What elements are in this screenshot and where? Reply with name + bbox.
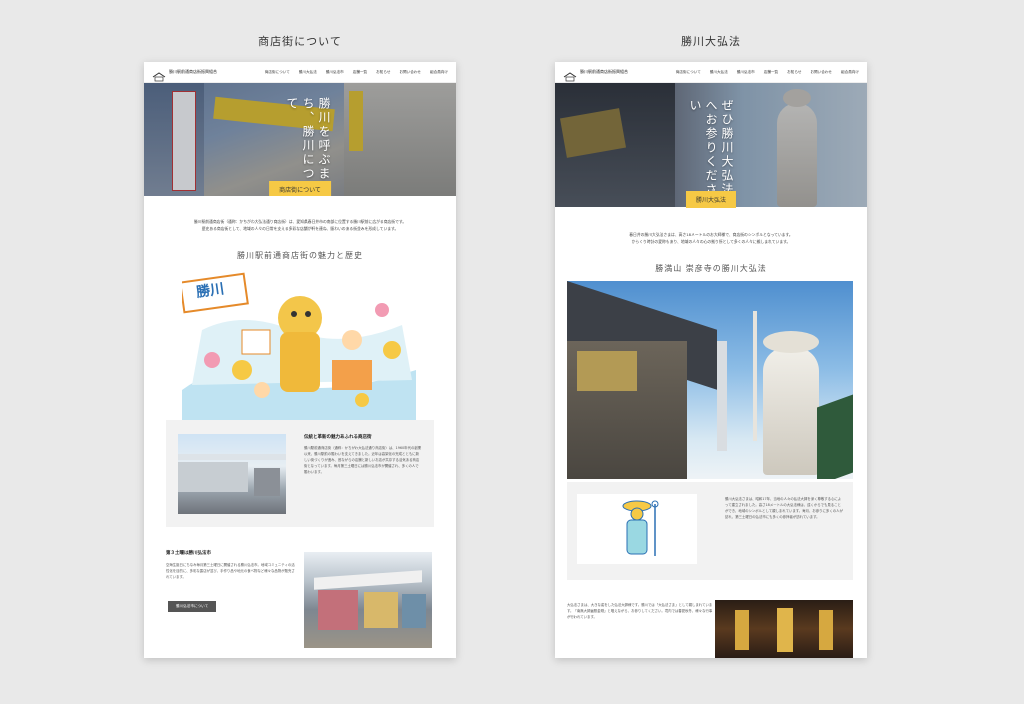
nav-item-shops[interactable]: 店舗一覧 <box>353 70 367 75</box>
daikobo-statue-photo <box>567 281 853 479</box>
right-panel-title: 勝川大弘法 <box>681 35 741 48</box>
hero-image: ぜひ勝川大弘法へお参りください <box>555 83 867 207</box>
global-nav: 商店街について 勝川大弘法 勝川弘法市 店舗一覧 お知らせ お問い合わせ 組合員… <box>265 70 448 75</box>
intro-line: からくり時計の愛称もあり、地域の人々の心の拠り所として多くの人々に親しまれていま… <box>631 239 791 244</box>
intro-line: 春日井の勝川大弘法さまは、高さ18メートルのお大師様で、商店街のシンボルとなって… <box>629 232 793 237</box>
history-card-body: 勝川駅前通商店街（通称：かちがわ大弘法通り商店街）は、1960年代の創業以来、勝… <box>304 446 422 474</box>
shopping-street-illustration: 勝川 <box>182 270 416 420</box>
intro-text: 春日井の勝川大弘法さまは、高さ18メートルのお大師様で、商店街のシンボルとなって… <box>555 231 867 245</box>
daikobo-page: 勝川駅前通商店街振興組合 商店街について 勝川大弘法 勝川弘法市 店舗一覧 お知… <box>555 62 867 658</box>
kobo-market-block: 第３土曜は勝川弘法市 空海生誕日にちなみ毎月第三土曜日に開催される勝川弘法市。地… <box>166 550 296 580</box>
kobo-market-body: 空海生誕日にちなみ毎月第三土曜日に開催される勝川弘法市。地域コミュニティの活性化… <box>166 563 295 579</box>
daikobo-card: 勝川大弘法さまは、昭和17年、当地の人々の弘法大師を深く尊敬する心によって建立さ… <box>567 482 853 580</box>
hero-image: 勝川を呼ぶまち、勝川について 商店街について <box>144 83 456 196</box>
kobo-market-heading: 第３土曜は勝川弘法市 <box>166 551 211 556</box>
intro-line: 勝川駅前通商店街（通称：かちがわ大弘法通り商店街）は、愛知県春日井市の南部に位置… <box>193 219 407 224</box>
market-photo <box>304 552 432 648</box>
site-header: 勝川駅前通商店街振興組合 商店街について 勝川大弘法 勝川弘法市 店舗一覧 お知… <box>555 62 867 83</box>
nav-item-members[interactable]: 組合員向け <box>841 70 859 75</box>
intro-line: 歴史ある商店街として、地域の人々の日常を支える多彩な店舗が軒を連ね、賑わいのある… <box>201 226 399 231</box>
site-logo[interactable]: 勝川駅前通商店街振興組合 <box>563 67 673 82</box>
shopping-street-page: 勝川駅前通商店街振興組合 商店街について 勝川大弘法 勝川弘法市 店舗一覧 お知… <box>144 62 456 658</box>
daikobo-card-body: 勝川大弘法さまは、昭和17年、当地の人々の弘法大師を深く尊敬する心によって建立さ… <box>725 497 843 519</box>
logo-text: 勝川駅前通商店街振興組合 <box>580 69 628 74</box>
left-panel-title: 商店街について <box>258 35 342 48</box>
nav-item-daikobo[interactable]: 勝川大弘法 <box>710 70 728 75</box>
history-card-text: 伝統と革新の魅力あふれる商店街 勝川駅前通商店街（通称：かちがわ大弘法通り商店街… <box>304 434 422 475</box>
nav-item-contact[interactable]: お問い合わせ <box>399 70 421 75</box>
nav-item-news[interactable]: お知らせ <box>376 70 390 75</box>
nav-item-contact[interactable]: お問い合わせ <box>810 70 832 75</box>
site-logo[interactable]: 勝川駅前通商店街振興組合 <box>152 67 262 82</box>
nav-item-members[interactable]: 組合員向け <box>430 70 448 75</box>
temple-roof-icon <box>563 67 577 82</box>
temple-roof-icon <box>152 67 166 82</box>
hero-label: 勝川大弘法 <box>685 191 737 208</box>
nav-item-shops[interactable]: 店舗一覧 <box>764 70 778 75</box>
daikobo-bottom-text: 大弘法さまは、大きな姿をした弘法大師様です。勝川では「大弘法さま」として親しまれ… <box>567 603 713 619</box>
illustration-sign-text: 勝川 <box>195 281 226 301</box>
intro-text: 勝川駅前通商店街（通称：かちがわ大弘法通り商店街）は、愛知県春日井市の南部に位置… <box>144 218 456 232</box>
nav-item-about[interactable]: 商店街について <box>265 70 290 75</box>
temple-interior-photo <box>715 600 853 658</box>
hero-label: 商店街について <box>269 181 331 196</box>
section-title: 勝川駅前通商店街の魅力と歴史 <box>237 251 363 260</box>
global-nav: 商店街について 勝川大弘法 勝川弘法市 店舗一覧 お知らせ お問い合わせ 組合員… <box>676 70 859 75</box>
station-photo <box>178 434 286 514</box>
logo-text: 勝川駅前通商店街振興組合 <box>169 69 217 74</box>
nav-item-kobo-market[interactable]: 勝川弘法市 <box>737 70 755 75</box>
daikobo-illustration-box <box>577 494 697 564</box>
daikobo-statue-icon <box>622 500 659 556</box>
section-title: 勝満山 崇彦寺の勝川大弘法 <box>655 264 767 273</box>
nav-item-daikobo[interactable]: 勝川大弘法 <box>299 70 317 75</box>
kobo-market-button[interactable]: 勝川弘法市について <box>168 601 217 612</box>
nav-item-news[interactable]: お知らせ <box>787 70 801 75</box>
nav-item-about[interactable]: 商店街について <box>676 70 701 75</box>
site-header: 勝川駅前通商店街振興組合 商店街について 勝川大弘法 勝川弘法市 店舗一覧 お知… <box>144 62 456 83</box>
history-card-heading: 伝統と革新の魅力あふれる商店街 <box>304 435 372 440</box>
nav-item-kobo-market[interactable]: 勝川弘法市 <box>326 70 344 75</box>
history-card: 伝統と革新の魅力あふれる商店街 勝川駅前通商店街（通称：かちがわ大弘法通り商店街… <box>166 420 434 527</box>
